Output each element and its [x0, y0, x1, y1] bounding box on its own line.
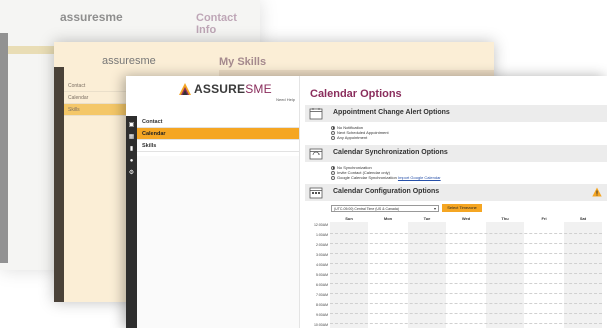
sidebar-icon-strip: ▣ ▦ ▮ ● ⚙	[126, 116, 137, 328]
time-label: 12:00AM	[313, 223, 328, 227]
config-calendar-icon	[309, 187, 323, 199]
middle-sidebar-strip	[54, 67, 64, 302]
sync-options-section-header: Calendar Synchronization Options	[305, 145, 607, 162]
need-help-link[interactable]: Need Help	[276, 97, 295, 102]
day-header-tue: Tue	[423, 216, 431, 221]
gear-icon[interactable]: ⚙	[128, 170, 135, 177]
time-line	[330, 273, 602, 274]
time-label: 6:00AM	[315, 283, 328, 287]
time-line	[330, 283, 602, 284]
logo-text-main: ASSURE	[194, 82, 246, 96]
time-label: 7:00AM	[315, 293, 328, 297]
warning-icon[interactable]	[592, 187, 602, 197]
radio-button[interactable]	[331, 165, 335, 170]
day-header-sat: Sat	[579, 216, 587, 221]
middle-page-title: My Skills	[219, 56, 267, 68]
main-window-calendar-options: ASSURESME Need Help ▣ ▦ ▮ ● ⚙ Contact Ca…	[126, 76, 607, 328]
time-line	[330, 263, 602, 264]
timezone-select[interactable]: (UTC-05:00) Central Time (US & Canada) ▾	[331, 205, 439, 212]
sidebar-item-calendar[interactable]: Calendar	[137, 128, 299, 140]
sync-option-google[interactable]: Google Calendar Synchronization Import G…	[331, 175, 441, 180]
page-title: Calendar Options	[310, 88, 402, 100]
config-options-title: Calendar Configuration Options	[333, 188, 440, 195]
time-label: 3:00AM	[315, 253, 328, 257]
calendar-icon[interactable]: ▦	[128, 134, 135, 141]
back-logo: assuresme	[60, 10, 123, 24]
back-page-title: Contact Info	[196, 12, 237, 36]
time-label: 2:00AM	[315, 243, 328, 247]
alert-options-title: Appointment Change Alert Options	[333, 109, 450, 116]
radio-button[interactable]	[331, 135, 335, 140]
radio-button[interactable]	[331, 125, 335, 130]
logo-text[interactable]: ASSURESME	[194, 82, 272, 96]
day-header-sun: Sun	[345, 216, 353, 221]
bar-chart-icon[interactable]: ▮	[128, 146, 135, 153]
chevron-down-icon: ▾	[433, 206, 436, 211]
logo-mark-icon	[179, 83, 191, 95]
time-label: 1:00AM	[315, 233, 328, 237]
tools-icon[interactable]: ●	[128, 158, 135, 165]
time-label: 8:00AM	[315, 303, 328, 307]
alert-option-any-appointment[interactable]: Any Appointment	[331, 135, 367, 140]
time-line	[330, 293, 602, 294]
back-sidebar-highlight	[8, 46, 60, 54]
sync-options-title: Calendar Synchronization Options	[333, 149, 448, 156]
back-sidebar-strip	[0, 33, 8, 263]
import-google-calendar-link[interactable]: Import Google Calendar	[398, 175, 441, 180]
sidebar-item-skills[interactable]: Skills	[137, 140, 299, 152]
alert-options-section-header: Appointment Change Alert Options	[305, 105, 607, 122]
day-header-mon: Mon	[383, 216, 393, 221]
time-line	[330, 313, 602, 314]
select-timezone-button[interactable]: Select Timezone	[442, 204, 482, 212]
time-label: 10:00AM	[313, 323, 328, 327]
sidebar-empty-area	[137, 156, 299, 328]
config-options-section-header: Calendar Configuration Options	[305, 184, 607, 201]
header: ASSURESME Need Help	[126, 76, 299, 116]
sync-calendar-icon	[309, 148, 323, 160]
alert-calendar-icon	[309, 108, 323, 120]
main-content: Calendar Options Appointment Change Aler…	[299, 76, 607, 328]
day-header-fri: Fri	[541, 216, 547, 221]
time-line	[330, 303, 602, 304]
time-line	[330, 243, 602, 244]
time-line	[330, 323, 602, 324]
radio-button[interactable]	[331, 170, 335, 175]
radio-button[interactable]	[331, 175, 335, 180]
time-line	[330, 233, 602, 234]
logo-text-accent: SME	[245, 82, 272, 96]
middle-logo: assuresme	[102, 55, 156, 67]
sidebar-nav: Contact Calendar Skills	[137, 116, 299, 152]
sidebar-item-contact[interactable]: Contact	[137, 116, 299, 128]
time-label: 5:00AM	[315, 273, 328, 277]
time-label: 9:00AM	[315, 313, 328, 317]
radio-button[interactable]	[331, 130, 335, 135]
time-label: 4:00AM	[315, 263, 328, 267]
address-card-icon[interactable]: ▣	[128, 122, 135, 129]
day-header-wed: Wed	[461, 216, 471, 221]
time-line	[330, 253, 602, 254]
day-header-thu: Thu	[501, 216, 509, 221]
